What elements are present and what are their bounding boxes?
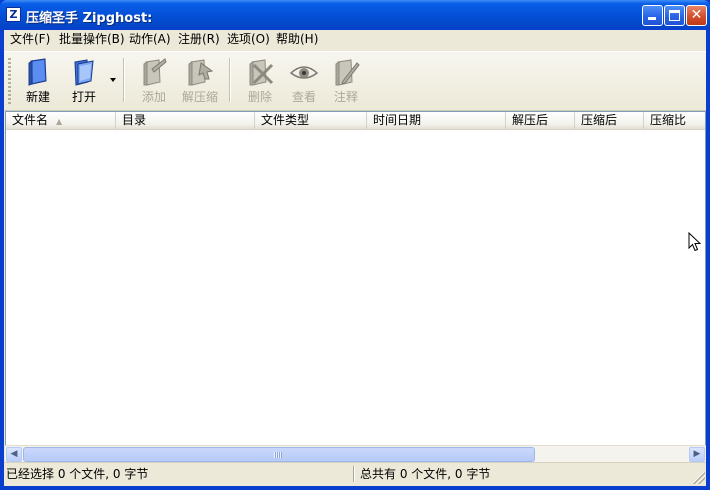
column-compressed[interactable]: 压缩后	[575, 112, 644, 129]
toolbar-grip[interactable]	[8, 58, 11, 104]
menu-register[interactable]: 注册(R)	[175, 32, 223, 47]
status-bar: 已经选择 0 个文件, 0 字节 总共有 0 个文件, 0 字节	[4, 462, 706, 485]
thumb-grip-icon	[274, 452, 282, 458]
new-button[interactable]: 新建	[14, 55, 62, 105]
window-title: 压缩圣手 Zipghost:	[26, 11, 153, 26]
comment-icon	[335, 59, 360, 86]
comment-button-label: 注释	[333, 90, 358, 104]
menu-bar: 文件(F) 批量操作(B) 动作(A) 注册(R) 选项(O) 帮助(H)	[4, 30, 706, 49]
menu-file[interactable]: 文件(F)	[7, 32, 53, 47]
toolbar-separator	[123, 58, 125, 102]
column-file-type[interactable]: 文件类型	[255, 112, 367, 129]
extract-icon	[188, 59, 214, 86]
view-button-label: 查看	[291, 90, 316, 104]
scrollbar-thumb[interactable]	[23, 447, 535, 462]
column-filename-label: 文件名	[12, 113, 49, 127]
menu-action[interactable]: 动作(A)	[126, 32, 174, 47]
app-icon[interactable]: Z	[6, 7, 21, 22]
open-dropdown-icon[interactable]	[110, 78, 116, 82]
status-divider	[353, 466, 355, 482]
new-archive-icon	[28, 58, 47, 86]
add-button[interactable]: 添加	[130, 55, 178, 105]
status-total: 总共有 0 个文件, 0 字节	[360, 467, 491, 481]
close-button[interactable]: ✕	[686, 5, 707, 26]
column-directory[interactable]: 目录	[116, 112, 255, 129]
chevron-left-icon: ◀	[10, 449, 18, 459]
column-ratio[interactable]: 压缩比	[644, 112, 705, 129]
delete-button[interactable]: 删除	[236, 55, 284, 105]
column-datetime[interactable]: 时间日期	[367, 112, 506, 129]
scroll-right-button[interactable]: ▶	[689, 447, 705, 462]
add-button-label: 添加	[141, 90, 166, 104]
new-button-label: 新建	[25, 90, 50, 104]
mouse-cursor-icon	[688, 232, 701, 252]
app-window: Z 压缩圣手 Zipghost: ✕ 文件(F) 批量操作(B) 动作(A) 注…	[0, 0, 710, 490]
list-header: 文件名 ▲ 目录 文件类型 时间日期 解压后 压缩后 压缩比	[6, 112, 705, 130]
menu-batch[interactable]: 批量操作(B)	[56, 32, 128, 47]
open-button[interactable]: 打开	[60, 55, 108, 105]
chevron-right-icon: ▶	[693, 449, 701, 459]
view-button[interactable]: 查看	[280, 55, 328, 105]
comment-button[interactable]: 注释	[322, 55, 370, 105]
delete-icon	[249, 59, 274, 86]
extract-button-label: 解压缩	[181, 90, 218, 104]
extract-button[interactable]: 解压缩	[176, 55, 224, 105]
view-eye-icon	[289, 66, 319, 79]
menu-help[interactable]: 帮助(H)	[273, 32, 321, 47]
horizontal-scrollbar[interactable]: ◀ ▶	[5, 445, 706, 463]
add-files-icon	[143, 58, 167, 86]
sort-ascending-icon: ▲	[56, 117, 63, 126]
open-archive-icon	[74, 59, 94, 86]
maximize-icon	[669, 10, 680, 21]
close-icon: ✕	[690, 7, 703, 23]
status-selected: 已经选择 0 个文件, 0 字节	[6, 467, 149, 481]
column-filename[interactable]: 文件名 ▲	[6, 112, 116, 129]
minimize-icon	[648, 17, 656, 20]
delete-button-label: 删除	[247, 90, 272, 104]
open-button-label: 打开	[71, 90, 96, 104]
maximize-button[interactable]	[664, 5, 685, 26]
column-uncompressed[interactable]: 解压后	[506, 112, 575, 129]
client-area: 文件(F) 批量操作(B) 动作(A) 注册(R) 选项(O) 帮助(H) 新建	[4, 30, 706, 486]
file-list[interactable]: 文件名 ▲ 目录 文件类型 时间日期 解压后 压缩后 压缩比	[5, 111, 706, 459]
minimize-button[interactable]	[642, 5, 663, 26]
toolbar-separator	[229, 58, 231, 102]
toolbar: 新建 打开 添加 解压缩 删除 查看 注释	[4, 51, 706, 111]
scroll-left-button[interactable]: ◀	[6, 447, 22, 462]
resize-grip[interactable]	[693, 472, 705, 484]
title-bar[interactable]: Z 压缩圣手 Zipghost: ✕	[0, 0, 710, 30]
menu-options[interactable]: 选项(O)	[224, 32, 273, 47]
